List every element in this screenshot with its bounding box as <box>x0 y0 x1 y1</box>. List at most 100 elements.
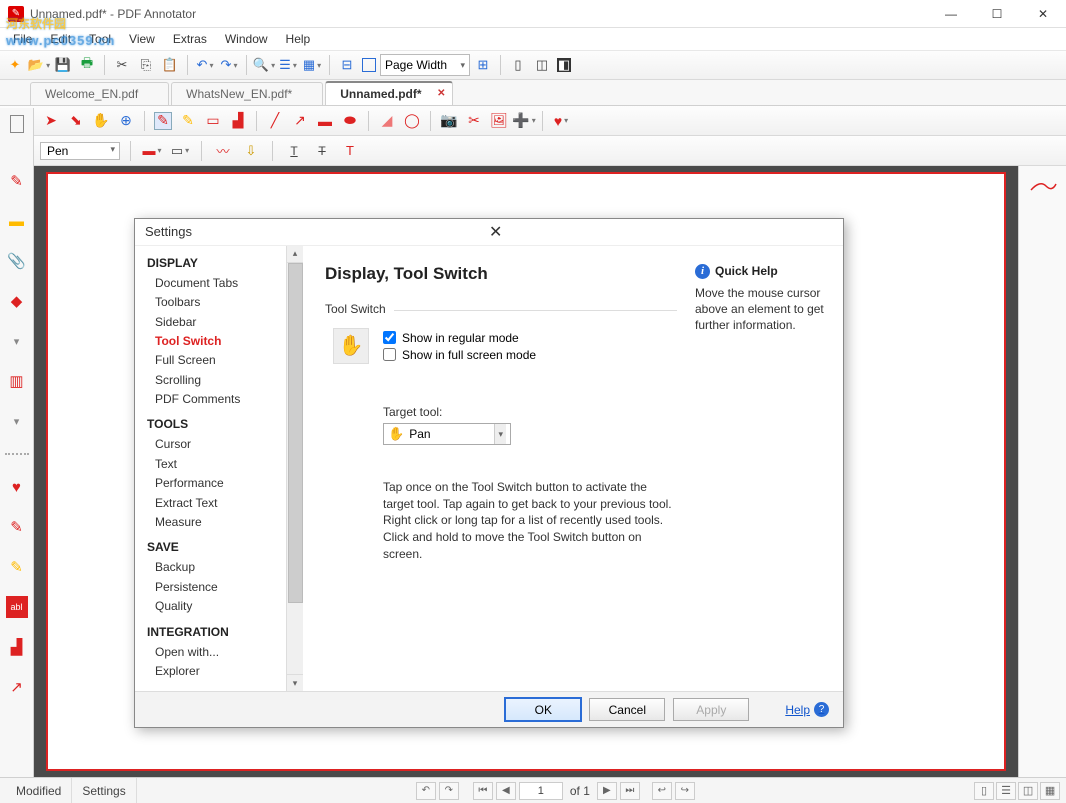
menu-file[interactable]: File <box>4 30 41 48</box>
menu-help[interactable]: Help <box>277 30 320 48</box>
ok-button[interactable]: OK <box>505 698 581 721</box>
nav-item-open-with[interactable]: Open with... <box>147 643 303 662</box>
singlepage-icon[interactable]: ▯ <box>509 56 527 74</box>
page-number-field[interactable]: 1 <box>519 782 563 800</box>
rotate-left-icon[interactable]: ↶ <box>416 782 436 800</box>
fit-icon[interactable] <box>362 58 376 72</box>
target-tool-select[interactable]: ✋ Pan <box>383 423 511 445</box>
stamp-icon[interactable]: ▟ <box>229 112 247 130</box>
chk-regular-mode[interactable]: Show in regular mode <box>383 331 536 345</box>
crop-icon[interactable]: ✂ <box>465 112 483 130</box>
pen-fav-icon[interactable]: ✎ <box>6 170 28 192</box>
picture-icon[interactable]: 🖼 <box>490 112 508 130</box>
chk-fullscreen-mode[interactable]: Show in full screen mode <box>383 348 536 362</box>
tab-unnamed[interactable]: Unnamed.pdf*✕ <box>325 81 452 105</box>
dialog-close-button[interactable]: ✕ <box>485 222 833 242</box>
nav-item-pdf-comments[interactable]: PDF Comments <box>147 390 303 409</box>
pen-select[interactable]: Pen <box>40 142 120 160</box>
scroll-up-icon[interactable]: ▴ <box>287 246 303 263</box>
favorite-icon[interactable]: ♥ <box>552 112 570 130</box>
paste-icon[interactable]: 📋 <box>161 56 179 74</box>
view-single-icon[interactable]: ▯ <box>974 782 994 800</box>
highlight-icon[interactable]: ✎ <box>179 112 197 130</box>
menu-window[interactable]: Window <box>216 30 277 48</box>
chk-fullscreen-input[interactable] <box>383 348 396 361</box>
arrow-icon[interactable]: ↗ <box>291 112 309 130</box>
nav-back-button[interactable]: ↩ <box>652 782 672 800</box>
nav-item-persistence[interactable]: Persistence <box>147 578 303 597</box>
new-icon[interactable]: ✦ <box>6 56 24 74</box>
underline-icon[interactable]: T <box>285 142 303 160</box>
heart-fav-icon[interactable]: ♥ <box>6 476 28 498</box>
last-page-button[interactable]: ⏭ <box>620 782 640 800</box>
apply-button[interactable]: Apply <box>673 698 749 721</box>
find-icon[interactable]: 🔍 <box>255 56 273 74</box>
ellipse-icon[interactable]: ⬬ <box>341 112 359 130</box>
chk-regular-input[interactable] <box>383 331 396 344</box>
abl-fav-icon[interactable]: abl <box>6 596 28 618</box>
pan-icon[interactable]: ✋ <box>92 112 110 130</box>
redo-icon[interactable]: ↷ <box>220 56 238 74</box>
text-icon[interactable]: ▭ <box>204 112 222 130</box>
zoom-icon[interactable]: ⊕ <box>117 112 135 130</box>
scroll-down-icon[interactable]: ▾ <box>287 674 303 691</box>
undo-icon[interactable]: ↶ <box>196 56 214 74</box>
nav-fwd-button[interactable]: ↪ <box>675 782 695 800</box>
menu-tool[interactable]: Tool <box>80 30 120 48</box>
rotate-right-icon[interactable]: ↷ <box>439 782 459 800</box>
save-icon[interactable]: 💾 <box>54 56 72 74</box>
prev-page-button[interactable]: ◀ <box>496 782 516 800</box>
page-icon[interactable]: ▦ <box>303 56 321 74</box>
shape-fav-icon[interactable]: ◆ <box>6 290 28 312</box>
tab-welcome[interactable]: Welcome_EN.pdf <box>30 82 169 105</box>
lasso-icon[interactable]: ◯ <box>403 112 421 130</box>
rect-icon[interactable]: ▬ <box>316 112 334 130</box>
cursor-icon[interactable]: ➤ <box>42 112 60 130</box>
view-two-icon[interactable]: ◫ <box>1018 782 1038 800</box>
zoomin-icon[interactable]: ⊞ <box>474 56 492 74</box>
scroll-thumb[interactable] <box>288 263 303 603</box>
close-button[interactable]: ✕ <box>1020 0 1066 28</box>
nav-item-document-tabs[interactable]: Document Tabs <box>147 274 303 293</box>
tab-whatsnew[interactable]: WhatsNew_EN.pdf* <box>171 82 323 105</box>
color-icon[interactable]: ▬ <box>143 142 161 160</box>
next-page-button[interactable]: ▶ <box>597 782 617 800</box>
chevron-down-icon[interactable]: ▾ <box>6 330 28 352</box>
nav-item-performance[interactable]: Performance <box>147 474 303 493</box>
snapshot-icon[interactable]: 📷 <box>440 112 458 130</box>
nav-item-extract-text[interactable]: Extract Text <box>147 494 303 513</box>
maximize-button[interactable]: ☐ <box>974 0 1020 28</box>
goto-icon[interactable]: ☰ <box>279 56 297 74</box>
close-tab-icon[interactable]: ✕ <box>437 88 445 99</box>
nav-item-measure[interactable]: Measure <box>147 513 303 532</box>
nav-item-tool-switch[interactable]: Tool Switch <box>147 332 303 351</box>
view-cont-icon[interactable]: ☰ <box>996 782 1016 800</box>
arrow-fav-icon[interactable]: ↗ <box>6 676 28 698</box>
open-icon[interactable]: 📂 <box>30 56 48 74</box>
clip-fav-icon[interactable]: 📎 <box>6 250 28 272</box>
nav-item-sidebar[interactable]: Sidebar <box>147 313 303 332</box>
highlight-fav-icon[interactable]: ✎ <box>6 556 28 578</box>
nav-item-explorer[interactable]: Explorer <box>147 662 303 681</box>
view-grid-icon[interactable]: ▦ <box>1040 782 1060 800</box>
menu-extras[interactable]: Extras <box>164 30 216 48</box>
add-icon[interactable]: ➕ <box>515 112 533 130</box>
cancel-button[interactable]: Cancel <box>589 698 665 721</box>
cut-icon[interactable]: ✂ <box>113 56 131 74</box>
nav-item-toolbars[interactable]: Toolbars <box>147 293 303 312</box>
pen-icon[interactable]: ✎ <box>154 112 172 130</box>
nav-item-scrolling[interactable]: Scrolling <box>147 371 303 390</box>
minimize-button[interactable]: — <box>928 0 974 28</box>
eraser-icon[interactable]: ◢ <box>378 112 396 130</box>
chevron-down-icon[interactable]: ▾ <box>6 410 28 432</box>
nav-item-cursor[interactable]: Cursor <box>147 435 303 454</box>
page-thumb-toggle[interactable] <box>0 108 34 166</box>
stamp-fav-icon[interactable]: ▟ <box>6 636 28 658</box>
nav-item-full-screen[interactable]: Full Screen <box>147 351 303 370</box>
width-icon[interactable]: ▭ <box>171 142 189 160</box>
print-icon[interactable]: 🖶 <box>78 56 96 74</box>
select-icon[interactable]: ⬊ <box>67 112 85 130</box>
strikeout-icon[interactable]: T <box>313 142 331 160</box>
zoom-select[interactable]: Page Width <box>380 54 470 76</box>
pressure-icon[interactable]: ⇩ <box>242 142 260 160</box>
